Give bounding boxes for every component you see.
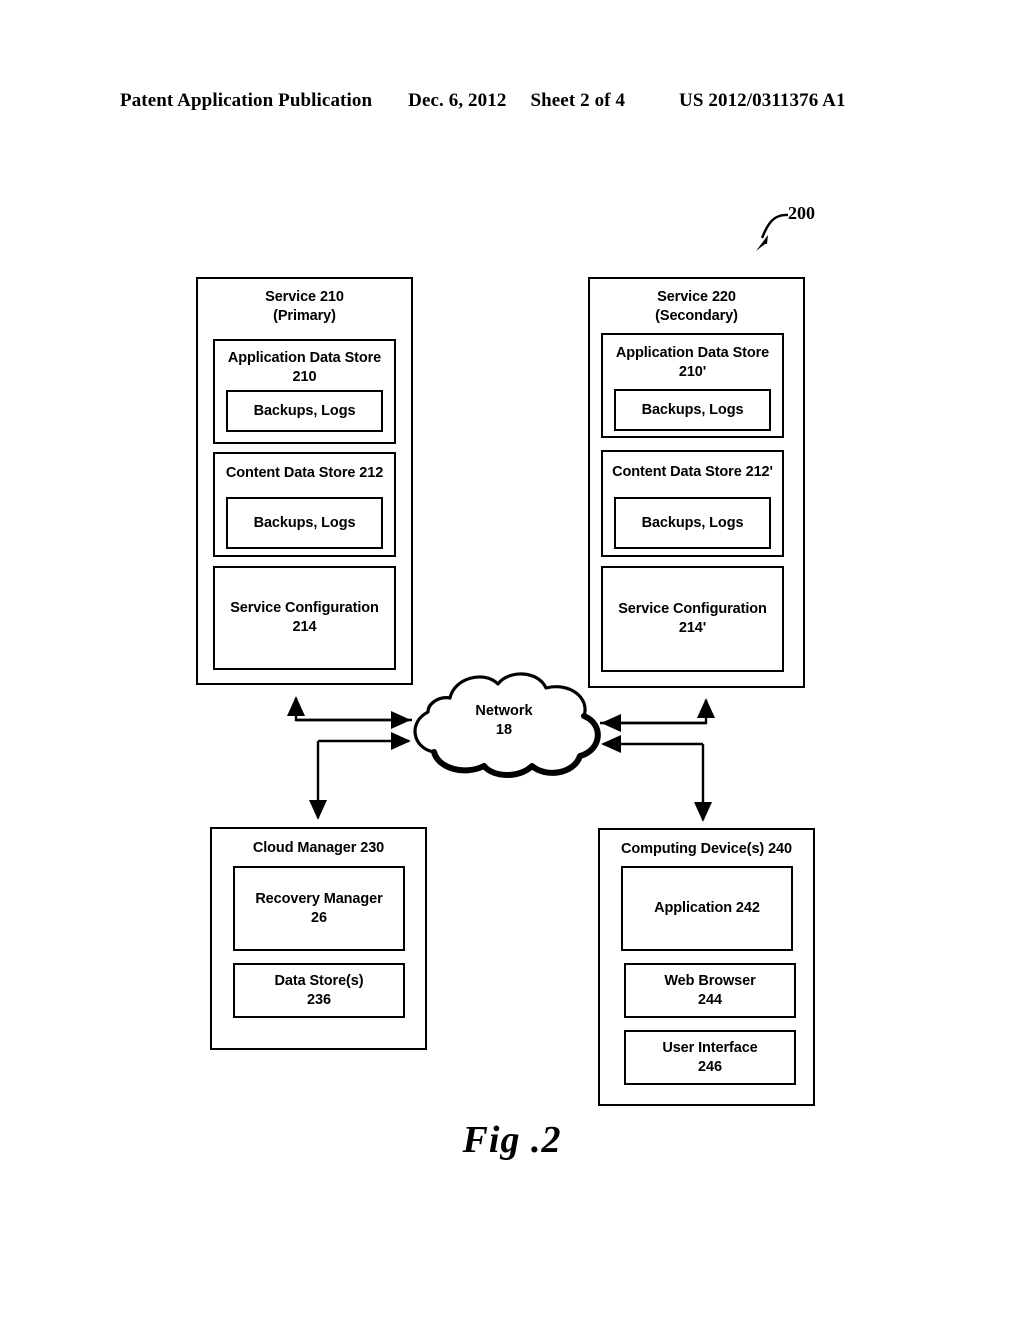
service-primary-title: Service 210 (Primary)	[265, 289, 344, 324]
primary-content-backups-logs-box: Backups, Logs	[226, 497, 383, 549]
secondary-service-configuration-box: Service Configuration 214'	[601, 566, 784, 672]
header-date: Dec. 6, 2012	[408, 90, 507, 111]
figure-caption: Fig .2	[462, 1119, 562, 1161]
primary-content-backups-logs-label: Backups, Logs	[253, 514, 356, 531]
computing-devices-title: Computing Device(s) 240	[621, 841, 792, 857]
device-user-interface-label: User Interface 246	[662, 1039, 758, 1075]
connector-network-to-primary-service	[286, 696, 412, 722]
network-cloud-label: Network 18	[475, 703, 533, 738]
device-application-label: Application 242	[654, 900, 760, 916]
primary-application-backups-logs-box: Backups, Logs	[226, 390, 383, 432]
secondary-content-backups-logs-box: Backups, Logs	[614, 497, 771, 549]
secondary-content-backups-logs-label: Backups, Logs	[641, 514, 744, 531]
secondary-application-backups-logs-box: Backups, Logs	[614, 389, 771, 431]
figure-reference-200: 200	[752, 203, 842, 257]
primary-content-data-store-label: Content Data Store 212	[225, 465, 384, 481]
recovery-manager-box: Recovery Manager 26	[233, 866, 405, 951]
primary-application-data-store-label: Application Data Store 210	[227, 350, 382, 385]
cloud-manager-data-stores-box: Data Store(s) 236	[233, 963, 405, 1018]
connector-network-to-secondary-service	[600, 698, 716, 725]
cloud-manager-title: Cloud Manager 230	[252, 840, 385, 856]
page-header: Patent Application Publication Dec. 6, 2…	[120, 86, 904, 116]
device-application-box: Application 242	[621, 866, 793, 951]
recovery-manager-label: Recovery Manager 26	[255, 890, 383, 926]
network-cloud: Network 18	[398, 668, 610, 780]
primary-service-configuration-box: Service Configuration 214	[213, 566, 396, 670]
device-user-interface-box: User Interface 246	[624, 1030, 796, 1085]
header-patent-number: US 2012/0311376 A1	[679, 90, 846, 111]
primary-service-configuration-label: Service Configuration 214	[230, 600, 379, 635]
cloud-manager-data-stores-label: Data Store(s) 236	[274, 972, 364, 1008]
secondary-service-configuration-label: Service Configuration 214'	[618, 601, 767, 636]
header-sheet-number: Sheet 2 of 4	[530, 90, 626, 111]
service-secondary-title: Service 220 (Secondary)	[655, 289, 738, 324]
secondary-application-data-store-label: Application Data Store 210'	[615, 345, 770, 380]
header-publication-title: Patent Application Publication	[120, 90, 373, 111]
figure-reference-200-label: 200	[788, 203, 815, 223]
device-web-browser-label: Web Browser 244	[664, 972, 756, 1008]
primary-application-backups-logs-label: Backups, Logs	[253, 402, 356, 419]
secondary-content-data-store-label: Content Data Store 212'	[612, 464, 773, 480]
secondary-application-backups-logs-label: Backups, Logs	[641, 401, 744, 418]
device-web-browser-box: Web Browser 244	[624, 963, 796, 1018]
